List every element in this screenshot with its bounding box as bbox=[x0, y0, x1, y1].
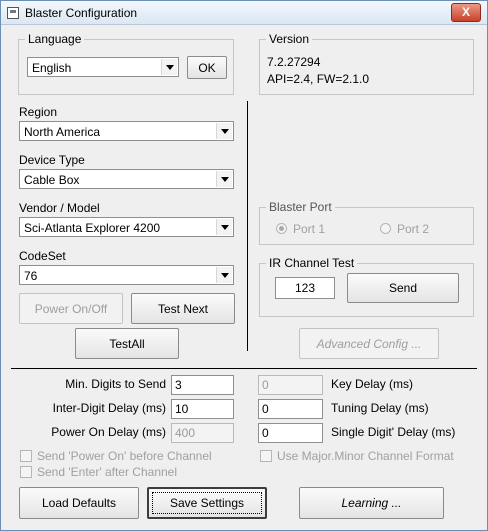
codeset-value: 76 bbox=[24, 269, 38, 283]
region-dropdown[interactable]: North America bbox=[19, 121, 234, 141]
device-type-value: Cable Box bbox=[24, 173, 80, 187]
power-onoff-button[interactable]: Power On/Off bbox=[19, 293, 123, 324]
vendor-model-label: Vendor / Model bbox=[19, 201, 100, 215]
close-button[interactable]: X bbox=[451, 3, 481, 22]
key-delay-label: Key Delay (ms) bbox=[331, 377, 414, 391]
test-next-button[interactable]: Test Next bbox=[131, 293, 235, 324]
region-label: Region bbox=[19, 105, 58, 119]
device-type-label: Device Type bbox=[19, 153, 85, 167]
chevron-down-icon[interactable] bbox=[216, 267, 232, 283]
chevron-down-icon[interactable] bbox=[216, 219, 232, 235]
key-delay-input[interactable]: 0 bbox=[258, 375, 323, 395]
window-icon bbox=[7, 7, 19, 19]
language-ok-button[interactable]: OK bbox=[187, 56, 227, 79]
save-settings-button[interactable]: Save Settings bbox=[147, 487, 267, 519]
send-button[interactable]: Send bbox=[347, 273, 459, 303]
chevron-down-icon[interactable] bbox=[161, 59, 177, 75]
blaster-port-legend: Blaster Port bbox=[266, 200, 335, 214]
tuning-delay-label: Tuning Delay (ms) bbox=[331, 401, 429, 415]
inter-digit-label: Inter-Digit Delay (ms) bbox=[52, 401, 166, 415]
ir-channel-test-legend: IR Channel Test bbox=[266, 256, 358, 270]
chevron-down-icon[interactable] bbox=[216, 123, 232, 139]
min-digits-label: Min. Digits to Send bbox=[65, 377, 166, 391]
advanced-config-button[interactable]: Advanced Config ... bbox=[299, 328, 439, 359]
power-on-delay-label: Power On Delay (ms) bbox=[51, 425, 166, 439]
min-digits-input[interactable]: 3 bbox=[171, 375, 234, 395]
send-enter-checkbox[interactable] bbox=[20, 466, 32, 478]
chevron-down-icon[interactable] bbox=[216, 171, 232, 187]
version-legend: Version bbox=[266, 32, 313, 46]
device-type-dropdown[interactable]: Cable Box bbox=[19, 169, 234, 189]
port2-radio[interactable] bbox=[380, 223, 391, 234]
major-minor-label: Use Major.Minor Channel Format bbox=[277, 449, 454, 463]
codeset-label: CodeSet bbox=[19, 249, 66, 263]
title-bar[interactable]: Blaster Configuration X bbox=[1, 1, 487, 25]
blaster-config-window: Blaster Configuration X Language English… bbox=[0, 0, 488, 531]
region-value: North America bbox=[24, 125, 101, 139]
version-api-fw: API=2.4, FW=2.1.0 bbox=[267, 72, 370, 86]
ir-channel-input[interactable]: 123 bbox=[275, 277, 335, 299]
send-enter-label: Send 'Enter' after Channel bbox=[37, 465, 178, 479]
codeset-dropdown[interactable]: 76 bbox=[19, 265, 234, 285]
vertical-separator bbox=[247, 101, 248, 351]
window-title: Blaster Configuration bbox=[25, 6, 138, 20]
port1-radio[interactable] bbox=[276, 223, 287, 234]
single-digit-delay-label: Single Digit' Delay (ms) bbox=[331, 425, 456, 439]
port1-label: Port 1 bbox=[293, 222, 326, 236]
major-minor-checkbox[interactable] bbox=[260, 450, 272, 462]
power-on-delay-input[interactable]: 400 bbox=[171, 423, 234, 443]
blaster-port-group: Blaster Port bbox=[259, 200, 474, 245]
language-legend: Language bbox=[25, 32, 85, 46]
send-power-on-checkbox[interactable] bbox=[20, 450, 32, 462]
single-digit-delay-input[interactable]: 0 bbox=[258, 423, 323, 443]
horizontal-separator bbox=[11, 368, 477, 369]
tuning-delay-input[interactable]: 0 bbox=[258, 399, 323, 419]
language-value: English bbox=[32, 61, 72, 75]
test-all-button[interactable]: TestAll bbox=[75, 328, 179, 359]
port2-label: Port 2 bbox=[397, 222, 430, 236]
inter-digit-input[interactable]: 10 bbox=[171, 399, 234, 419]
learning-button[interactable]: Learning ... bbox=[299, 487, 444, 519]
language-dropdown[interactable]: English bbox=[27, 57, 179, 77]
send-power-on-label: Send 'Power On' before Channel bbox=[37, 449, 212, 463]
vendor-model-value: Sci-Atlanta Explorer 4200 bbox=[24, 221, 161, 235]
load-defaults-button[interactable]: Load Defaults bbox=[19, 487, 139, 519]
vendor-model-dropdown[interactable]: Sci-Atlanta Explorer 4200 bbox=[19, 217, 234, 237]
version-number: 7.2.27294 bbox=[267, 55, 321, 69]
